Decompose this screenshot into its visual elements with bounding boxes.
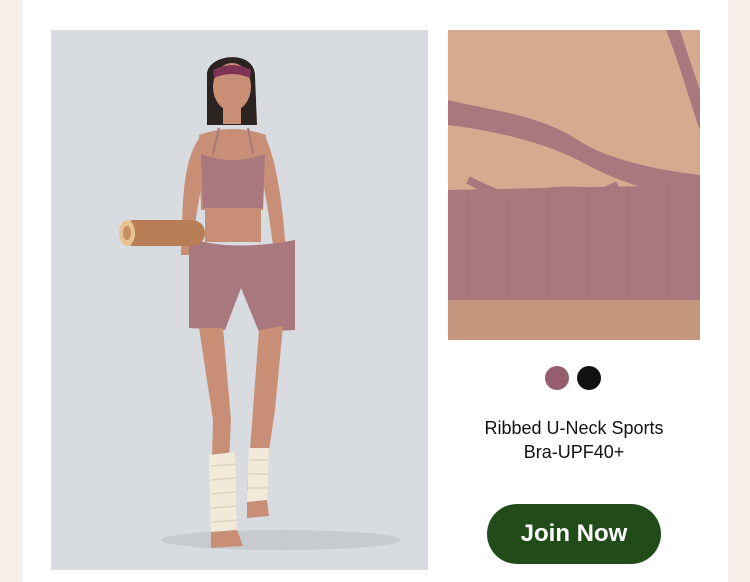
model-illustration bbox=[51, 30, 428, 570]
product-title: Ribbed U-Neck Sports Bra-UPF40+ bbox=[484, 418, 664, 462]
swatch-mauve[interactable] bbox=[545, 366, 569, 390]
email-page: Ribbed U-Neck Sports Bra-UPF40+ Join Now bbox=[0, 0, 750, 582]
back-detail-illustration bbox=[448, 30, 700, 340]
product-card: Ribbed U-Neck Sports Bra-UPF40+ Join Now bbox=[22, 0, 728, 582]
swatch-black[interactable] bbox=[577, 366, 601, 390]
join-now-button[interactable]: Join Now bbox=[487, 504, 661, 564]
color-swatches bbox=[545, 366, 601, 390]
detail-image[interactable] bbox=[448, 30, 700, 340]
hero-image[interactable] bbox=[51, 30, 428, 570]
